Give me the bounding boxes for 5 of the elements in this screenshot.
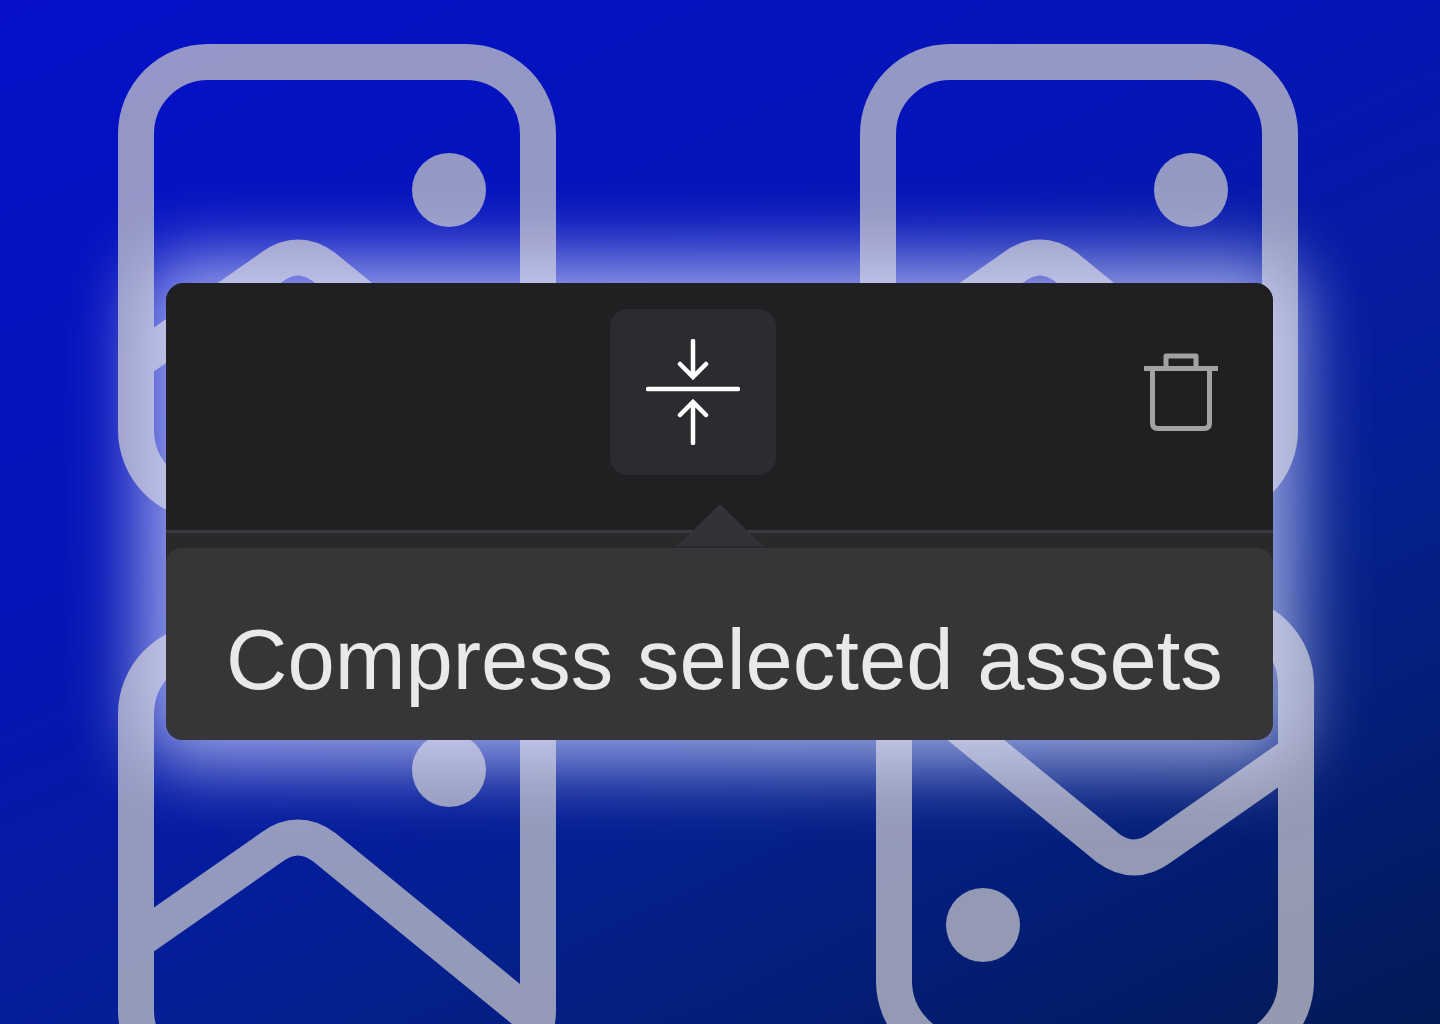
compress-button[interactable] [610,308,776,475]
compress-icon [646,338,740,445]
delete-button[interactable] [1142,352,1220,431]
trash-icon [1142,352,1220,431]
tooltip-text: Compress selected assets [226,611,1223,709]
